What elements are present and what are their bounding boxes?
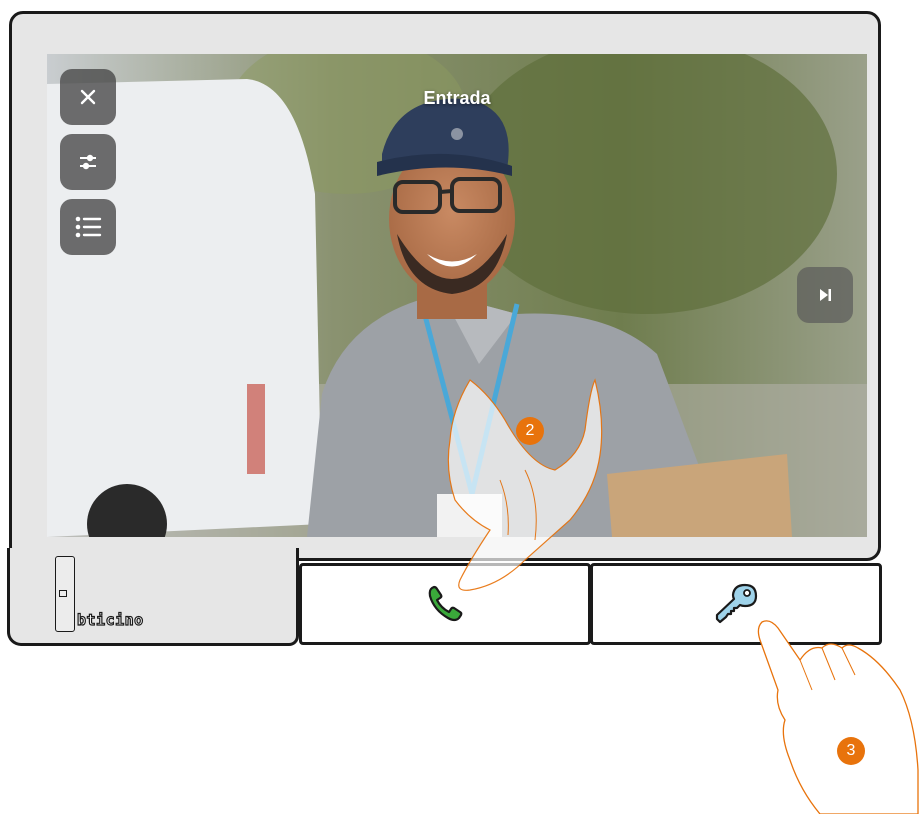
- step-badge-2: 2: [516, 417, 544, 445]
- intercom-device: Entrada: [9, 11, 881, 561]
- close-button[interactable]: [60, 69, 116, 125]
- camera-video-feed: [47, 54, 867, 537]
- menu-list-button[interactable]: [60, 199, 116, 255]
- phone-handset-icon: [428, 585, 463, 622]
- sliders-icon: [80, 154, 96, 170]
- close-icon: [80, 89, 96, 105]
- sensor-led: [59, 590, 67, 597]
- camera-screen: Entrada: [47, 54, 867, 537]
- device-base: [7, 548, 299, 646]
- adjust-settings-button[interactable]: [60, 134, 116, 190]
- answer-call-button[interactable]: [299, 563, 591, 645]
- step-badge-3: 3: [837, 737, 865, 765]
- brand-logo: bticino: [76, 610, 144, 629]
- proximity-sensor: [55, 556, 75, 632]
- open-door-button[interactable]: [590, 563, 882, 645]
- hand-pointer-door: [757, 620, 919, 814]
- next-camera-button[interactable]: [797, 267, 853, 323]
- list-icon: [75, 216, 102, 238]
- key-icon: [715, 583, 758, 624]
- camera-title: Entrada: [423, 88, 491, 108]
- skip-next-icon: [820, 289, 831, 301]
